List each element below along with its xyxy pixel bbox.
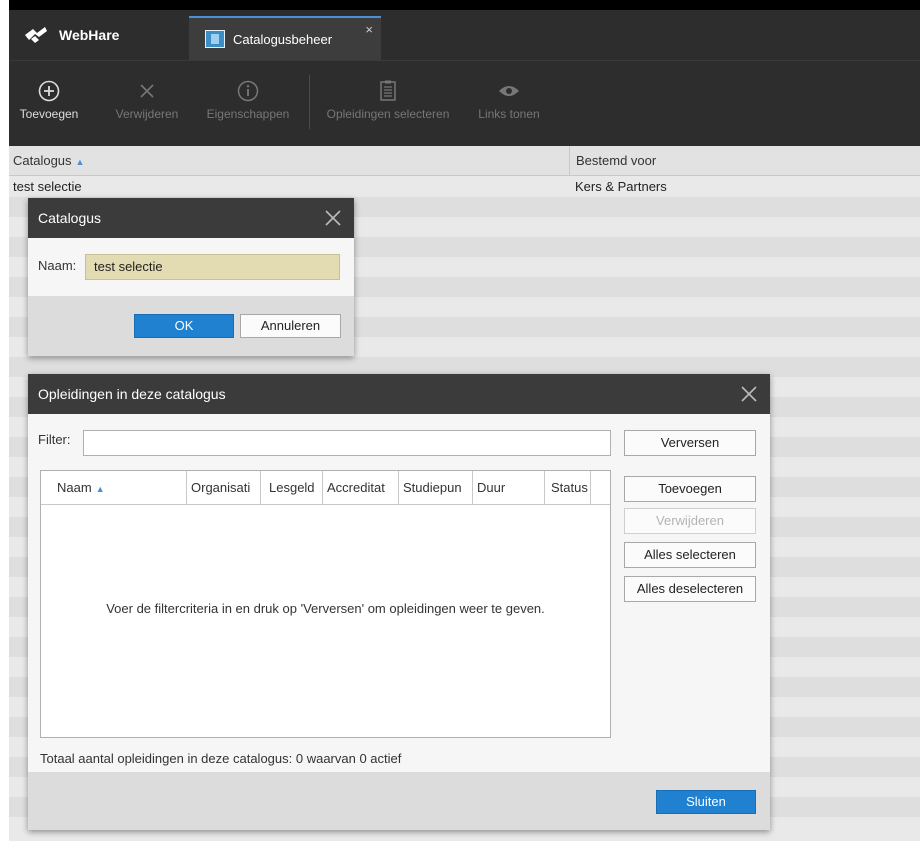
catalogus-dialog-title: Catalogus xyxy=(28,198,354,238)
catalogus-dialog-footer: OK Annuleren xyxy=(28,296,354,356)
filter-label: Filter: xyxy=(38,432,71,447)
filter-input[interactable] xyxy=(83,430,611,456)
verversen-button[interactable]: Verversen xyxy=(624,430,756,456)
column-header-duur[interactable]: Duur xyxy=(473,471,545,505)
tab-close-icon[interactable]: × xyxy=(365,22,373,37)
x-icon xyxy=(140,84,154,98)
grid-header: Catalogus ▲ Bestemd voor xyxy=(9,146,920,176)
catalog-tab-icon xyxy=(205,30,225,48)
toolbar-separator xyxy=(309,75,310,129)
opleidingen-dialog-footer: Sluiten xyxy=(28,772,770,830)
toolbar-select-courses-label: Opleidingen selecteren xyxy=(326,107,450,121)
toolbar-properties-label: Eigenschappen xyxy=(206,107,290,121)
add-circle-icon xyxy=(38,80,60,102)
opleidingen-dialog: Opleidingen in deze catalogus Filter: Ve… xyxy=(28,374,770,830)
toolbar: Toevoegen Verwijderen Eigenschappen Ople… xyxy=(9,60,920,146)
catalogus-dialog-body: Naam: test selectie xyxy=(28,238,354,296)
table-row[interactable]: test selectie Kers & Partners xyxy=(9,177,920,197)
opleidingen-dialog-title: Opleidingen in deze catalogus xyxy=(28,374,770,414)
alles-deselecteren-button[interactable]: Alles deselecteren xyxy=(624,576,756,602)
column-header-accreditatie[interactable]: Accreditat xyxy=(323,471,399,505)
info-circle-icon xyxy=(237,80,259,102)
eye-icon xyxy=(499,86,519,96)
tab-label: Catalogusbeheer xyxy=(233,31,333,47)
total-courses-text: Totaal aantal opleidingen in deze catalo… xyxy=(40,751,402,766)
app-window: WebHare Catalogusbeheer × Toevoegen Verw… xyxy=(9,0,920,841)
webhare-logo-icon xyxy=(25,27,47,43)
column-header-status[interactable]: Status xyxy=(545,471,591,505)
catalogus-dialog: Catalogus Naam: test selectie OK Annuler… xyxy=(28,198,354,356)
column-header-bestemd-voor-label: Bestemd voor xyxy=(576,153,657,168)
column-header-naam[interactable]: Naam ▲ xyxy=(41,471,187,505)
verwijderen-button[interactable]: Verwijderen xyxy=(624,508,756,534)
ok-button[interactable]: OK xyxy=(134,314,234,338)
row-bestemd-voor: Kers & Partners xyxy=(575,179,667,194)
toolbar-select-courses-button[interactable]: Opleidingen selecteren xyxy=(317,75,459,135)
toolbar-properties-button[interactable]: Eigenschappen xyxy=(199,75,297,135)
toolbar-delete-button[interactable]: Verwijderen xyxy=(107,75,187,135)
cancel-button[interactable]: Annuleren xyxy=(240,314,341,338)
column-header-naam-label: Naam xyxy=(57,480,92,495)
toolbar-show-links-button[interactable]: Links tonen xyxy=(473,75,545,135)
toolbar-add-label: Toevoegen xyxy=(19,107,79,121)
toolbar-add-button[interactable]: Toevoegen xyxy=(13,75,85,135)
toolbar-show-links-label: Links tonen xyxy=(478,107,540,121)
column-header-studiepunten[interactable]: Studiepun xyxy=(399,471,473,505)
naam-input[interactable]: test selectie xyxy=(85,254,340,280)
opleidingen-dialog-title-text: Opleidingen in deze catalogus xyxy=(38,386,226,402)
sluiten-button[interactable]: Sluiten xyxy=(656,790,756,814)
close-icon[interactable] xyxy=(738,383,760,405)
column-header-organisatie[interactable]: Organisati xyxy=(187,471,261,505)
list-header: Naam ▲ Organisati Lesgeld Accreditat Stud… xyxy=(41,471,610,505)
close-icon[interactable] xyxy=(322,207,344,229)
column-header-catalogus[interactable]: Catalogus ▲ xyxy=(9,146,569,176)
column-header-lesgeld[interactable]: Lesgeld xyxy=(261,471,323,505)
alles-selecteren-button[interactable]: Alles selecteren xyxy=(624,542,756,568)
column-header-bestemd-voor[interactable]: Bestemd voor xyxy=(569,146,920,176)
toolbar-delete-label: Verwijderen xyxy=(115,107,179,121)
row-catalogus: test selectie xyxy=(13,179,82,194)
opleidingen-dialog-body: Filter: Verversen Toevoegen Verwijderen … xyxy=(28,414,770,772)
clipboard-list-icon xyxy=(380,80,396,101)
sort-ascending-icon: ▲ xyxy=(95,484,105,494)
top-border xyxy=(9,0,920,10)
app-name: WebHare xyxy=(59,27,120,43)
toevoegen-button[interactable]: Toevoegen xyxy=(624,476,756,502)
sort-ascending-icon: ▲ xyxy=(75,157,85,167)
naam-label: Naam: xyxy=(38,258,77,273)
column-header-catalogus-label: Catalogus xyxy=(13,153,72,168)
tab-catalogusbeheer[interactable]: Catalogusbeheer × xyxy=(189,16,381,60)
empty-list-message: Voer de filtercriteria in en druk op 'Ve… xyxy=(106,601,545,616)
catalogus-dialog-title-text: Catalogus xyxy=(38,210,102,226)
webhare-brand[interactable]: WebHare xyxy=(23,10,119,60)
opleidingen-list[interactable]: Naam ▲ Organisati Lesgeld Accreditat Stud… xyxy=(40,470,611,738)
tab-bar: WebHare Catalogusbeheer × xyxy=(9,10,920,60)
